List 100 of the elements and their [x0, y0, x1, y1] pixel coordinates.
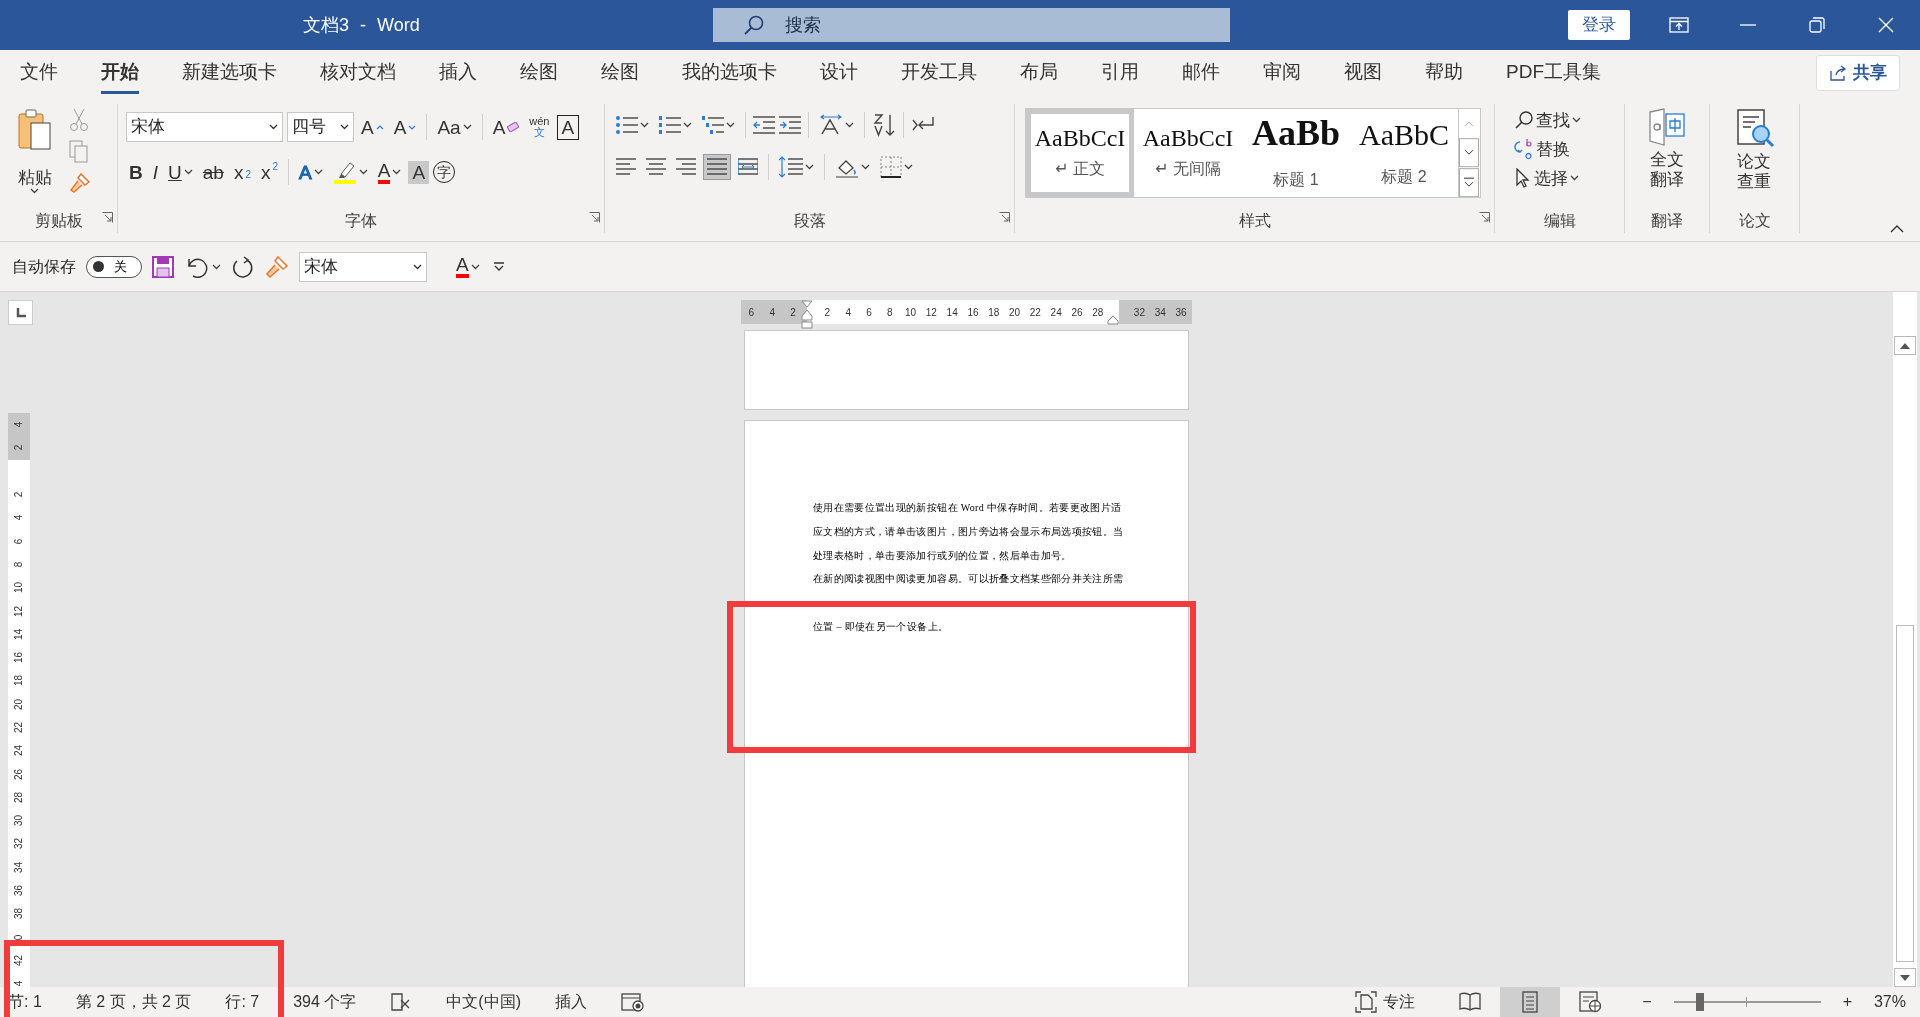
macro-record-icon[interactable]: [620, 992, 645, 1012]
superscript-button[interactable]: x$^{2}$: [257, 160, 281, 184]
caret-icon[interactable]: [1572, 117, 1581, 123]
replace-button[interactable]: 替换: [1511, 136, 1624, 162]
style-item[interactable]: AaBbCcI ↵ 正文: [1026, 109, 1134, 197]
select-button[interactable]: 选择: [1511, 166, 1624, 190]
minimize-icon[interactable]: [1739, 24, 1756, 26]
right-indent-marker-icon[interactable]: [1107, 315, 1119, 326]
caret-icon[interactable]: [805, 164, 814, 170]
zoom-in-button[interactable]: +: [1842, 990, 1852, 1014]
change-case-button[interactable]: Aa: [434, 115, 475, 139]
clear-format-button[interactable]: A: [489, 115, 523, 139]
decrease-indent-icon[interactable]: [753, 115, 775, 135]
strikethrough-button[interactable]: ab: [199, 160, 227, 184]
caret-icon[interactable]: [861, 164, 870, 170]
caret-icon[interactable]: [845, 122, 854, 128]
thesis-check-button[interactable]: 论文查重: [1735, 108, 1774, 209]
sort-icon[interactable]: [872, 113, 896, 137]
insert-mode[interactable]: 插入: [554, 990, 587, 1014]
ribbon-display-icon[interactable]: [1668, 17, 1689, 33]
ribbon-tab[interactable]: 视图: [1344, 52, 1382, 94]
translate-button[interactable]: 全文翻译: [1648, 108, 1686, 209]
find-button[interactable]: 查找: [1511, 108, 1624, 132]
caret-icon[interactable]: [269, 124, 278, 130]
ribbon-tab[interactable]: 开始: [101, 52, 139, 94]
text-effects-button[interactable]: A: [296, 160, 326, 184]
caret-icon[interactable]: [30, 187, 40, 194]
increase-indent-icon[interactable]: [779, 115, 801, 135]
shrink-font-button[interactable]: A: [390, 115, 420, 139]
caret-icon[interactable]: [313, 169, 323, 175]
grow-font-button[interactable]: A: [358, 115, 387, 139]
ribbon-tab[interactable]: 审阅: [1263, 52, 1301, 94]
italic-button[interactable]: I: [149, 160, 161, 184]
character-border-button[interactable]: A: [556, 114, 580, 140]
search-field[interactable]: 搜索: [713, 8, 1230, 42]
ribbon-tab[interactable]: 开发工具: [901, 52, 977, 94]
ribbon-tab[interactable]: 绘图: [601, 52, 639, 94]
collapse-ribbon-icon[interactable]: [1890, 225, 1904, 233]
customize-toolbar-icon[interactable]: [492, 261, 505, 272]
caret-icon[interactable]: [904, 164, 913, 170]
save-icon[interactable]: [152, 255, 174, 278]
zoom-percent[interactable]: 37%: [1873, 990, 1906, 1014]
language-indicator[interactable]: 中文(中国): [446, 990, 521, 1014]
paste-button[interactable]: 粘贴: [16, 108, 54, 194]
underline-button[interactable]: U: [165, 160, 196, 184]
ribbon-tab[interactable]: PDF工具集: [1506, 52, 1601, 94]
scroll-down-icon[interactable]: [1900, 974, 1910, 981]
ribbon-tab[interactable]: 新建选项卡: [182, 52, 277, 94]
caret-icon[interactable]: [640, 122, 649, 128]
ribbon-tab[interactable]: 绘图: [520, 52, 558, 94]
focus-mode-button[interactable]: 专注: [1352, 989, 1419, 1015]
ribbon-tab[interactable]: 邮件: [1182, 52, 1220, 94]
ribbon-tab[interactable]: 帮助: [1425, 52, 1463, 94]
ribbon-tab[interactable]: 设计: [820, 52, 858, 94]
bold-button[interactable]: B: [126, 160, 146, 184]
caret-icon[interactable]: [183, 169, 193, 175]
word-count[interactable]: 394 个字: [293, 990, 357, 1014]
ribbon-tab[interactable]: 引用: [1101, 52, 1139, 94]
caret-icon[interactable]: [358, 169, 368, 175]
login-button[interactable]: 登录: [1568, 10, 1630, 40]
ribbon-tab[interactable]: 布局: [1020, 52, 1058, 94]
launcher-icon[interactable]: [589, 212, 600, 224]
font-name-field[interactable]: 宋体: [299, 251, 427, 282]
scroll-thumb[interactable]: [1896, 625, 1914, 962]
launcher-icon[interactable]: [999, 212, 1010, 224]
autosave-toggle[interactable]: 关: [86, 255, 142, 278]
font-color-button[interactable]: A: [374, 158, 405, 186]
caret-icon[interactable]: [1570, 175, 1579, 181]
ribbon-tab[interactable]: 文件: [20, 52, 58, 94]
character-shading-button[interactable]: A: [408, 160, 430, 184]
ribbon-tab[interactable]: 核对文档: [320, 52, 396, 94]
launcher-icon[interactable]: [1479, 212, 1490, 224]
launcher-icon[interactable]: [102, 212, 113, 224]
font-size-field[interactable]: 四号: [287, 112, 354, 142]
vertical-scrollbar[interactable]: [1893, 292, 1917, 987]
zoom-slider-thumb[interactable]: [1696, 993, 1705, 1011]
indent-marker-icon[interactable]: [801, 300, 813, 330]
caret-icon[interactable]: [392, 169, 402, 175]
zoom-out-button[interactable]: −: [1642, 990, 1652, 1014]
redo-icon[interactable]: [231, 254, 255, 279]
caret-icon[interactable]: [413, 263, 422, 270]
close-icon[interactable]: [1877, 17, 1894, 33]
print-view-button[interactable]: [1500, 987, 1561, 1017]
font-color-button[interactable]: A: [453, 253, 483, 280]
caret-icon[interactable]: [212, 263, 221, 270]
ribbon-tab[interactable]: 我的选项卡: [682, 52, 777, 94]
ribbon-tab[interactable]: 插入: [439, 52, 477, 94]
share-button[interactable]: 共享: [1816, 55, 1900, 91]
tab-selector[interactable]: [8, 300, 33, 325]
caret-icon[interactable]: [470, 263, 480, 270]
phonetic-guide-button[interactable]: wén 文: [526, 114, 553, 140]
caret-icon[interactable]: [726, 122, 735, 128]
caret-icon[interactable]: [462, 124, 472, 130]
format-painter-icon[interactable]: [265, 254, 289, 279]
font-name-field[interactable]: 宋体: [126, 112, 283, 142]
format-painter-icon[interactable]: [69, 172, 92, 194]
scroll-up-icon[interactable]: [1900, 342, 1910, 349]
caret-icon[interactable]: [683, 122, 692, 128]
restore-icon[interactable]: [1808, 17, 1825, 33]
align-justify-button[interactable]: [703, 154, 731, 180]
